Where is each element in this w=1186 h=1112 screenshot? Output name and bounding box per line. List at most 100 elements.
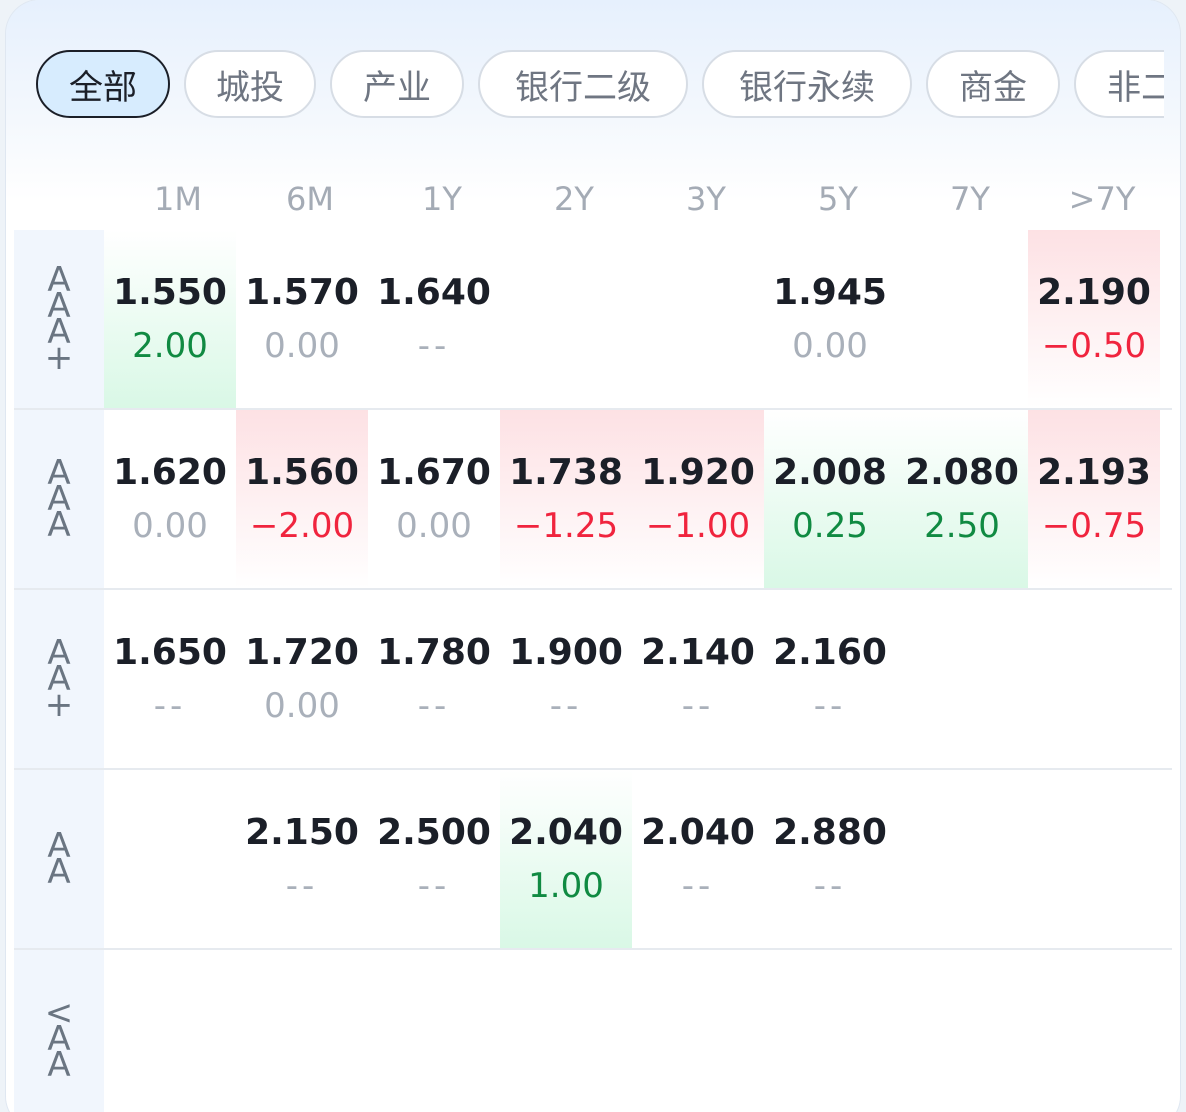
yield-value: 1.670: [377, 452, 491, 493]
yield-cell[interactable]: 1.570 0.00: [236, 230, 368, 408]
yield-cell[interactable]: 2.880 --: [764, 770, 896, 948]
yield-value: 1.640: [377, 272, 491, 313]
rating-label: < A A: [14, 950, 104, 1112]
yield-cell[interactable]: 1.738 −1.25: [500, 410, 632, 588]
yield-value: 1.570: [245, 272, 359, 313]
rating-row: A A +1.650 -- 1.720 0.00 1.780 -- 1.900 -- 2.140 --…: [14, 590, 1172, 768]
yield-value: 1.780: [377, 632, 491, 673]
yield-value: 1.945: [773, 272, 887, 313]
yield-change: --: [417, 326, 451, 366]
yield-cell[interactable]: 2.080 2.50: [896, 410, 1028, 588]
yield-change: −0.50: [1041, 326, 1147, 366]
column-header-1m: 1M: [154, 180, 202, 218]
rating-label-char: A: [47, 505, 71, 545]
yield-cell[interactable]: 1.620 0.00: [104, 410, 236, 588]
yield-cell[interactable]: 2.160 --: [764, 590, 896, 768]
rating-row: A A A 1.620 0.00 1.560 −2.00 1.670 0.00 1.738 −1.2…: [14, 410, 1172, 588]
yield-cell: [896, 230, 1028, 408]
yield-value: 1.560: [245, 452, 359, 493]
yield-cell: [764, 950, 896, 1112]
rating-row: A A 2.150 -- 2.500 -- 2.040 1.00 2.040 -- 2.880 --: [14, 770, 1172, 948]
yield-cell: [1028, 950, 1160, 1112]
yield-cell: [104, 770, 236, 948]
rating-label: A A A +: [14, 230, 104, 408]
yield-value: 2.008: [773, 452, 887, 493]
yield-change: 1.00: [528, 866, 604, 906]
yield-cell: [896, 770, 1028, 948]
tab-category-5[interactable]: 商金: [926, 50, 1060, 118]
yield-change: −1.00: [645, 506, 751, 546]
yield-cell[interactable]: 1.550 2.00: [104, 230, 236, 408]
yield-cell[interactable]: 1.900 --: [500, 590, 632, 768]
tab-category-6[interactable]: 非二: [1074, 50, 1164, 118]
rating-label-char: A: [47, 1045, 71, 1085]
yield-cell[interactable]: 1.720 0.00: [236, 590, 368, 768]
yield-cell[interactable]: 1.560 −2.00: [236, 410, 368, 588]
rating-label: AA: [14, 770, 104, 948]
yield-change: --: [549, 686, 583, 726]
tab-category-2[interactable]: 产业: [330, 50, 464, 118]
yield-cell[interactable]: 1.650 --: [104, 590, 236, 768]
yield-value: 2.160: [773, 632, 887, 673]
yield-value: 2.040: [641, 812, 755, 853]
yield-cell[interactable]: 1.920 −1.00: [632, 410, 764, 588]
yield-cell: [500, 950, 632, 1112]
column-header-3y: 3Y: [686, 180, 726, 218]
yield-value: 2.880: [773, 812, 887, 853]
yield-value: 1.650: [113, 632, 227, 673]
yield-cell[interactable]: 2.193 −0.75: [1028, 410, 1160, 588]
rating-row: < A A: [14, 950, 1172, 1112]
yield-cell[interactable]: 1.780 --: [368, 590, 500, 768]
column-header-5y: 5Y: [818, 180, 858, 218]
yield-cell: [1028, 590, 1160, 768]
yield-cell: [896, 950, 1028, 1112]
tab-category-3[interactable]: 银行二级: [478, 50, 688, 118]
category-tabs: 全部 城投 产业 银行二级 银行永续 商金 非二: [36, 50, 1164, 120]
yield-value: 2.190: [1037, 272, 1151, 313]
yield-value: 1.620: [113, 452, 227, 493]
yield-cell: [236, 950, 368, 1112]
yield-value: 1.720: [245, 632, 359, 673]
tab-category-1[interactable]: 城投: [184, 50, 316, 118]
yield-change: −2.00: [249, 506, 355, 546]
yield-cell: [368, 950, 500, 1112]
column-header-gt7y: >7Y: [1068, 180, 1136, 218]
tab-category-4[interactable]: 银行永续: [702, 50, 912, 118]
yield-value: 1.550: [113, 272, 227, 313]
yield-cell[interactable]: 2.008 0.25: [764, 410, 896, 588]
yield-value: 1.738: [509, 452, 623, 493]
yield-cell[interactable]: 2.140 --: [632, 590, 764, 768]
yield-cell[interactable]: 2.500 --: [368, 770, 500, 948]
yield-cell[interactable]: 1.945 0.00: [764, 230, 896, 408]
yield-change: 2.00: [132, 326, 208, 366]
yield-change: --: [417, 686, 451, 726]
yield-change: --: [813, 686, 847, 726]
yield-change: --: [285, 866, 319, 906]
rating-label-char: +: [44, 685, 74, 725]
yield-cell[interactable]: 2.190 −0.50: [1028, 230, 1160, 408]
yield-change: --: [813, 866, 847, 906]
yield-value: 1.920: [641, 452, 755, 493]
yield-cell: [896, 590, 1028, 768]
yield-cell[interactable]: 2.040 1.00: [500, 770, 632, 948]
tab-all[interactable]: 全部: [36, 50, 170, 118]
yield-cell[interactable]: 1.640 --: [368, 230, 500, 408]
yield-cell[interactable]: 2.040 --: [632, 770, 764, 948]
yield-value: 1.900: [509, 632, 623, 673]
yield-change: 2.50: [924, 506, 1000, 546]
yield-change: --: [681, 686, 715, 726]
yield-change: 0.25: [792, 506, 868, 546]
yield-cell: [632, 950, 764, 1112]
yield-value: 2.193: [1037, 452, 1151, 493]
yield-cell[interactable]: 1.670 0.00: [368, 410, 500, 588]
yield-change: 0.00: [264, 686, 340, 726]
yield-value: 2.080: [905, 452, 1019, 493]
yield-cell[interactable]: 2.150 --: [236, 770, 368, 948]
column-header-6m: 6M: [286, 180, 334, 218]
yield-matrix-card: 全部 城投 产业 银行二级 银行永续 商金 非二 1M 6M 1Y 2Y 3Y 5Y 7Y >7Y AAA…: [6, 0, 1180, 1112]
yield-cell: [1028, 770, 1160, 948]
yield-cell: [104, 950, 236, 1112]
yield-change: −1.25: [513, 506, 619, 546]
yield-change: --: [153, 686, 187, 726]
yield-change: 0.00: [132, 506, 208, 546]
